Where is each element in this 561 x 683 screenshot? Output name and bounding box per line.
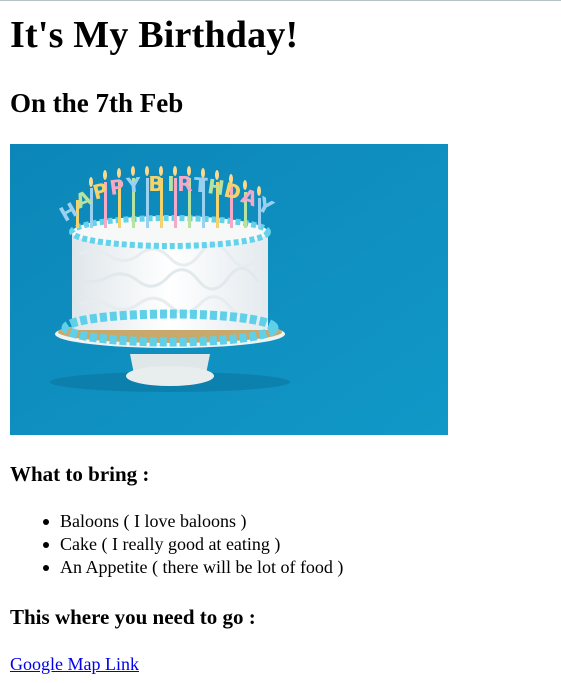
what-to-bring-heading: What to bring : — [10, 462, 150, 486]
bring-list: Baloons ( I love baloons ) Cake ( I real… — [40, 510, 343, 579]
where-to-go-heading: This where you need to go : — [10, 605, 256, 629]
svg-text:B: B — [148, 172, 163, 196]
bullet-icon — [43, 542, 49, 548]
bullet-icon — [43, 519, 49, 525]
list-item: Cake ( I really good at eating ) — [40, 533, 343, 556]
page-title: It's My Birthday! — [10, 14, 299, 56]
list-item-text: Baloons ( I love baloons ) — [60, 511, 247, 531]
svg-text:Y: Y — [124, 173, 142, 198]
bullet-icon — [43, 565, 49, 571]
list-item-text: Cake ( I really good at eating ) — [60, 534, 281, 554]
birthday-cake-image: H A P P Y B I R T H D A Y — [10, 144, 448, 435]
svg-text:R: R — [177, 172, 192, 196]
page-subtitle: On the 7th Feb — [10, 88, 184, 118]
list-item: Baloons ( I love baloons ) — [40, 510, 343, 533]
svg-text:I: I — [167, 172, 174, 196]
google-map-link[interactable]: Google Map Link — [10, 653, 139, 675]
list-item-text: An Appetite ( there will be lot of food … — [60, 557, 344, 577]
list-item: An Appetite ( there will be lot of food … — [40, 556, 343, 579]
